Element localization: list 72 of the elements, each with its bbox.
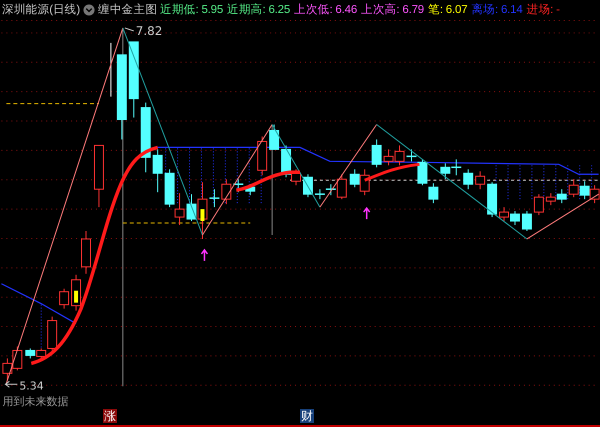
dotted-drop-line — [224, 148, 226, 205]
candlestick — [174, 192, 185, 226]
event-marker[interactable]: 财 — [300, 409, 314, 424]
dotted-drop-line — [567, 164, 568, 200]
candlestick — [522, 210, 532, 232]
indicator-reading: 进场: - — [526, 2, 560, 18]
candlestick — [94, 144, 104, 208]
dotted-drop-line — [236, 148, 238, 205]
candlestick — [475, 170, 486, 190]
dotted-drop-line — [177, 148, 178, 205]
warning-note: 用到未来数据 — [2, 395, 68, 408]
candlestick — [360, 168, 370, 196]
low-price-label: 5.34 — [19, 379, 44, 392]
up-arrow-icon — [200, 248, 208, 262]
candlestick — [302, 174, 313, 198]
candlestick — [580, 180, 590, 200]
indicator-reading: 笔: 6.07 — [428, 2, 468, 18]
dotted-drop-line — [189, 148, 190, 205]
indicator-reading: 离场: 6.14 — [471, 2, 523, 18]
pointer-arrow-icon — [4, 380, 18, 388]
candlestick — [510, 210, 520, 226]
candlestick — [394, 144, 404, 166]
candlestick — [140, 102, 151, 173]
dotted-drop-line — [212, 148, 214, 205]
dotted-drop-line — [555, 164, 556, 200]
indicator-reading: 上次低: 6.46 — [294, 2, 358, 18]
candlestick — [245, 184, 256, 196]
candlestick — [221, 178, 232, 205]
candlestick — [209, 188, 220, 208]
candlestick — [568, 178, 579, 198]
candlestick — [71, 274, 82, 312]
candlestick — [487, 182, 498, 218]
high-price-label: 7.82 — [136, 24, 162, 38]
candlestick — [350, 168, 360, 188]
dotted-drop-line — [543, 164, 544, 200]
candlestick — [440, 162, 450, 180]
candlestick — [499, 206, 510, 222]
candlestick — [25, 348, 36, 359]
candlestick — [59, 288, 70, 310]
up-arrow-icon — [362, 206, 370, 220]
dotted-drop-line — [531, 164, 532, 200]
indicator-reading: 近期低: 5.95 — [160, 2, 224, 18]
candlestick — [257, 136, 268, 176]
event-marker[interactable]: 涨 — [103, 409, 117, 424]
candlestick — [12, 346, 22, 371]
indicator-reading: 上次高: 6.79 — [361, 2, 424, 18]
price-tick — [110, 42, 112, 98]
dotted-drop-line — [519, 164, 520, 200]
candlestick — [372, 138, 382, 168]
candlestick — [314, 188, 325, 200]
candlestick — [428, 182, 438, 204]
dotted-drop-line — [40, 304, 42, 349]
candlestick — [269, 124, 280, 150]
candlestick — [546, 192, 556, 206]
candlestick — [451, 158, 462, 176]
candlestick — [384, 148, 394, 166]
candlestick — [164, 168, 175, 208]
indicator-name: 缠中金主图 — [98, 2, 158, 18]
dropdown-icon[interactable] — [83, 4, 96, 16]
candlestick — [534, 194, 544, 216]
indicator-reading: 近期高: 6.25 — [227, 2, 290, 18]
candlestick — [463, 168, 474, 190]
candlestick — [81, 230, 91, 274]
candlestick — [233, 178, 244, 193]
trend-curve — [236, 170, 300, 192]
candlestick — [556, 188, 567, 204]
stock-title: 深圳能源(日线) — [2, 2, 80, 18]
dotted-drop-line — [508, 164, 509, 200]
candlestick — [152, 148, 163, 193]
dotted-drop-line — [579, 164, 580, 200]
dotted-drop-line — [248, 148, 250, 205]
trend-curve — [364, 162, 420, 182]
